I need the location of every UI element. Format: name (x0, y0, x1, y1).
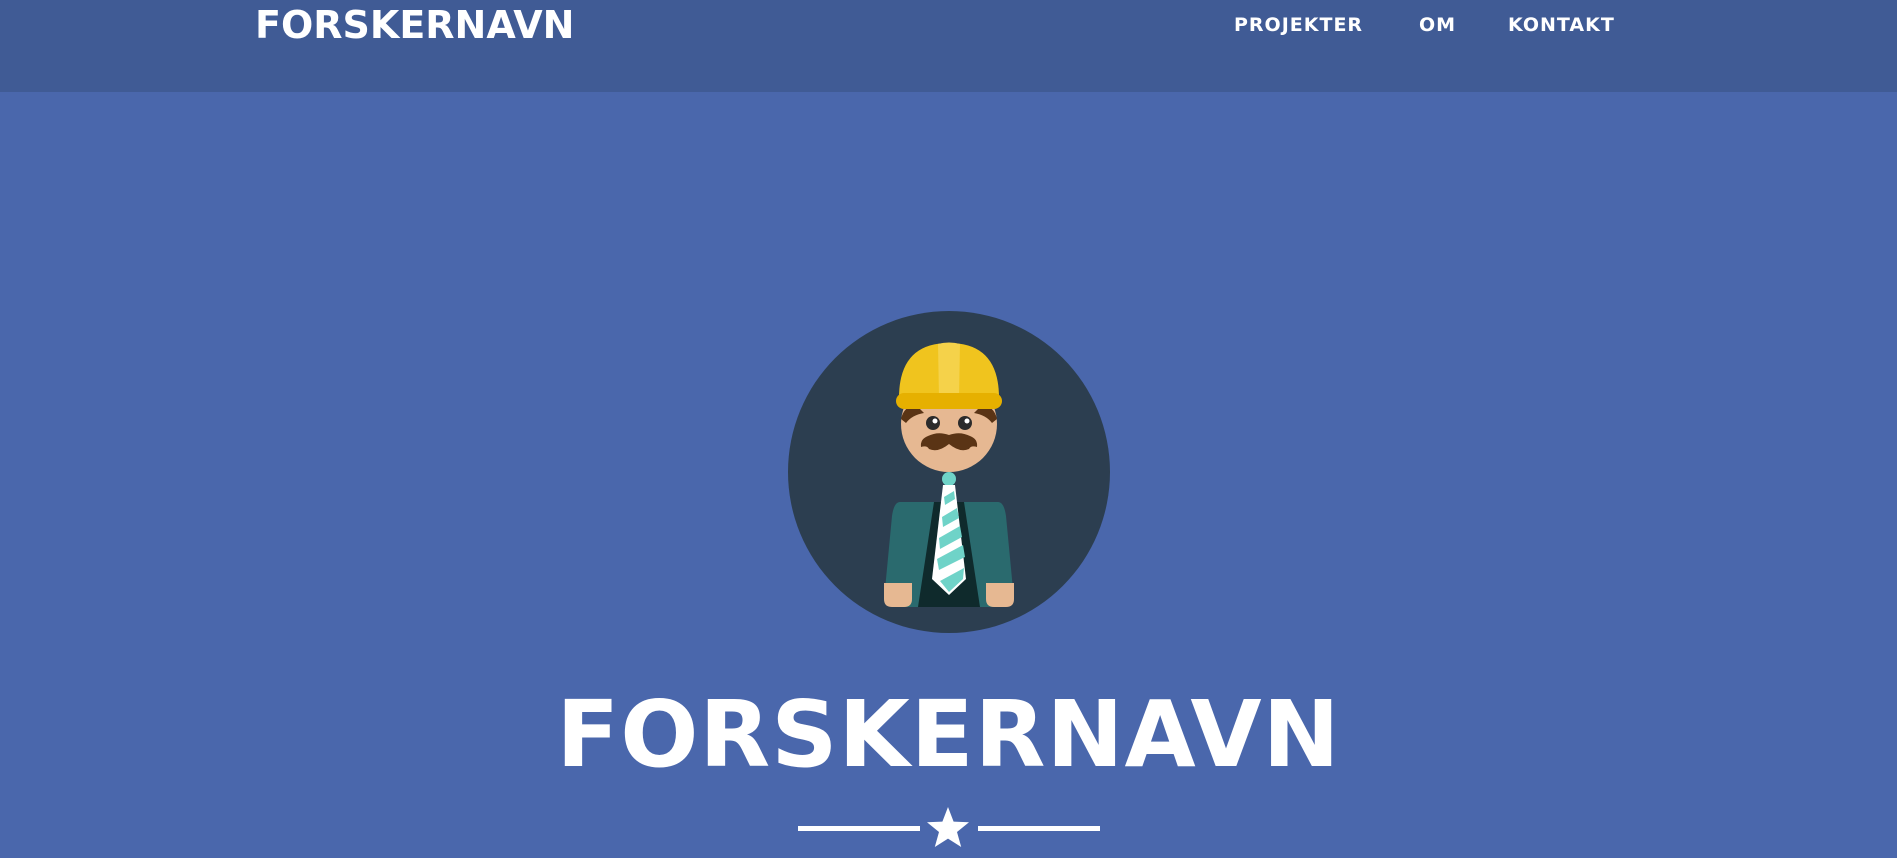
divider-line-left (798, 826, 920, 831)
brand-link[interactable]: FORSKERNAVN (255, 0, 574, 50)
star-icon (924, 805, 972, 849)
nav-link-projekter[interactable]: PROJEKTER (1234, 0, 1363, 50)
nav-link-om[interactable]: OM (1419, 0, 1456, 50)
divider-line-right (978, 826, 1100, 831)
star-divider (798, 803, 1100, 851)
nav-link-kontakt[interactable]: KONTAKT (1508, 0, 1615, 50)
engineer-avatar-icon (788, 311, 1110, 633)
navbar: FORSKERNAVN PROJEKTER OM KONTAKT (0, 0, 1897, 92)
hero-title: FORSKERNAVN (556, 681, 1341, 788)
